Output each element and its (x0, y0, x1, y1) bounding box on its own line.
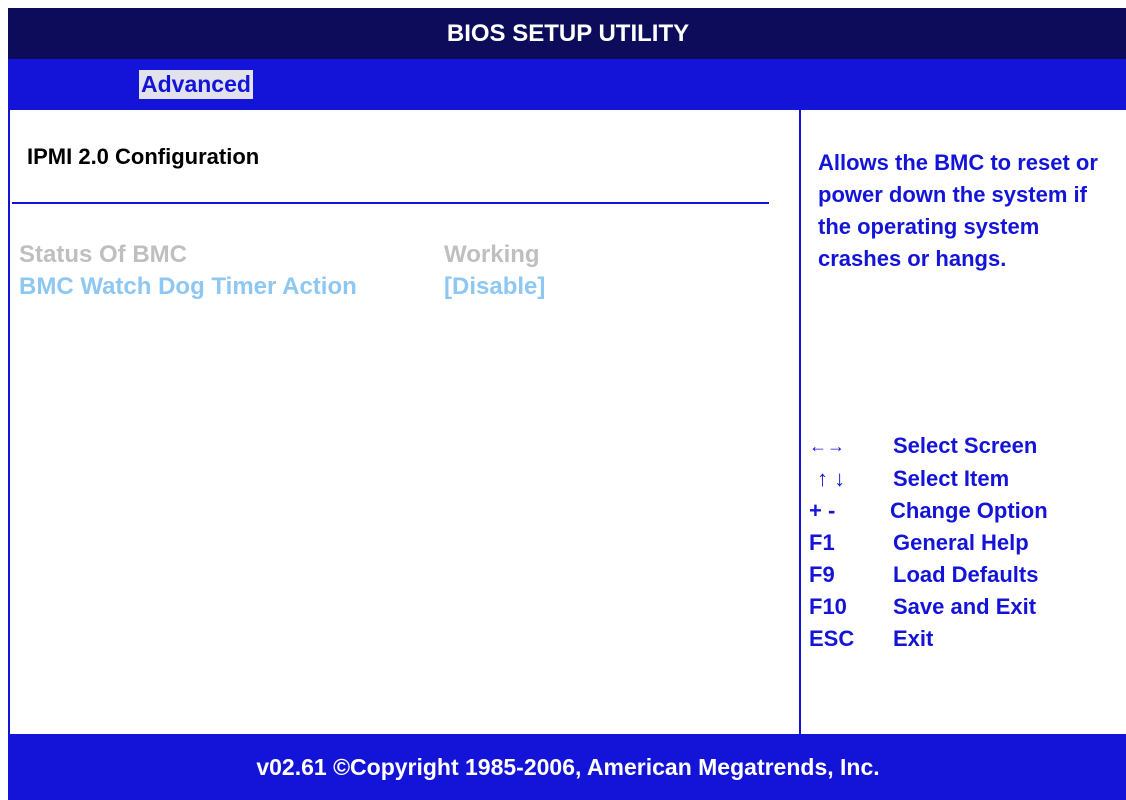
copyright-text: v02.61 ©Copyright 1985-2006, American Me… (256, 753, 880, 780)
bmc-watchdog-timer-action-label[interactable]: BMC Watch Dog Timer Action (19, 273, 357, 301)
f10-key: F10 (809, 594, 847, 619)
f9-key: F9 (809, 562, 835, 587)
key-hint-label: Save and Exit (893, 594, 1037, 619)
key-hint-label: General Help (893, 530, 1029, 555)
key-hint-label: Exit (893, 626, 934, 651)
copyright-footer: v02.61 ©Copyright 1985-2006, American Me… (8, 734, 1126, 800)
key-hint-label: Select Item (893, 466, 1010, 491)
tab-advanced[interactable]: Advanced (139, 70, 253, 99)
bmc-watchdog-timer-action-value[interactable]: [Disable] (444, 273, 545, 301)
up-down-arrows-icon: ↑ ↓ (817, 466, 846, 491)
bios-title-bar: BIOS SETUP UTILITY (8, 8, 1126, 59)
left-right-arrows-icon: ←→ (809, 436, 845, 456)
esc-key: ESC (809, 626, 855, 651)
f1-key: F1 (809, 530, 835, 555)
panel-divider (799, 110, 801, 734)
section-divider (12, 202, 769, 204)
help-text: Allows the BMC to reset or power down th… (818, 150, 1098, 271)
status-of-bmc-label: Status Of BMC (19, 241, 187, 268)
key-hint-label: Select Screen (893, 433, 1038, 458)
section-title: IPMI 2.0 Configuration (27, 144, 260, 169)
bios-title: BIOS SETUP UTILITY (446, 19, 690, 47)
status-of-bmc-value: Working (444, 241, 540, 268)
plus-minus-key: + - (809, 498, 836, 523)
menu-bar: Advanced (8, 59, 1126, 110)
key-hint-label: Load Defaults (893, 562, 1039, 587)
key-hint-label: Change Option (890, 498, 1048, 523)
